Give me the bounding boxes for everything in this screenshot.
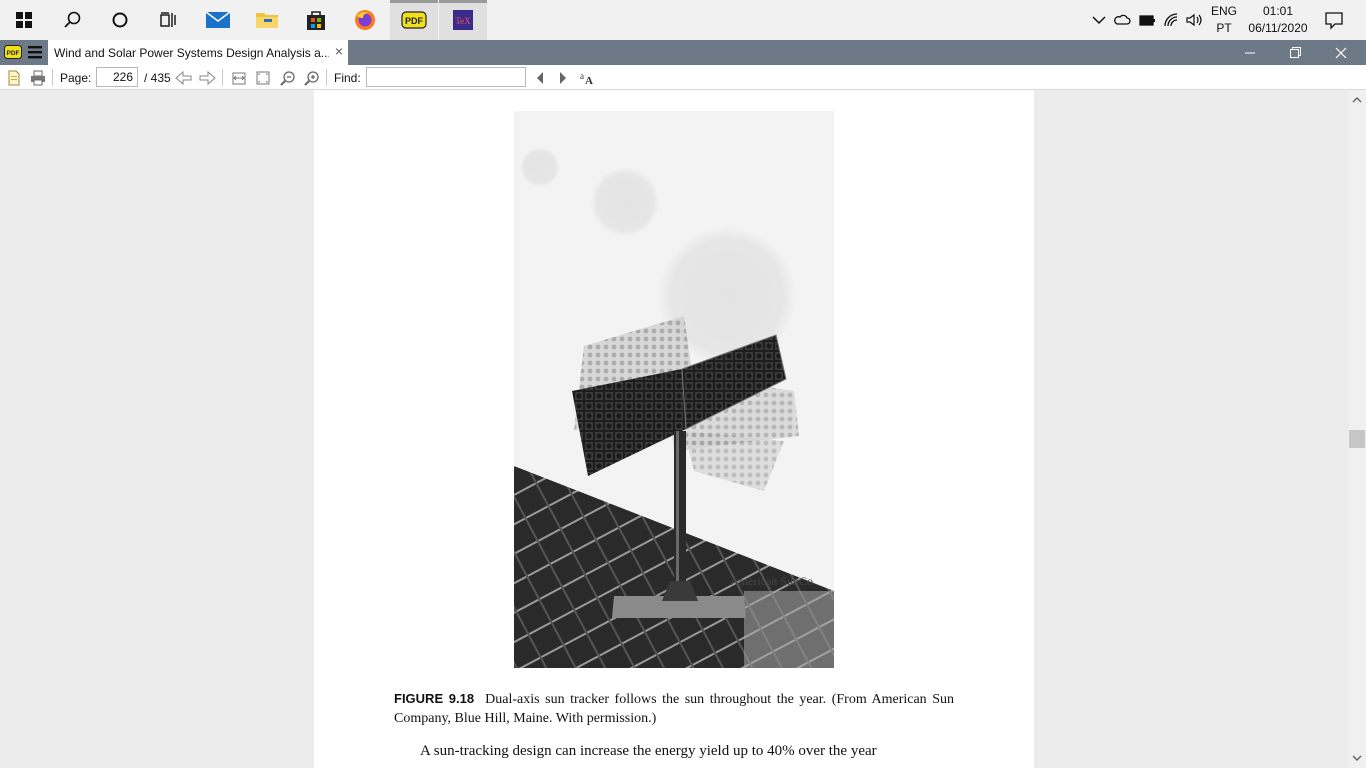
windows-start-icon[interactable] <box>0 0 48 40</box>
scroll-up-icon[interactable] <box>1348 92 1366 108</box>
tex-editor-icon[interactable]: TeX <box>439 0 487 40</box>
tab-close-icon[interactable]: × <box>335 43 343 59</box>
store-icon[interactable] <box>292 0 340 40</box>
volume-icon[interactable] <box>1185 11 1203 29</box>
firefox-icon[interactable] <box>341 0 389 40</box>
fit-width-icon[interactable] <box>231 69 247 86</box>
find-label: Find: <box>334 70 361 85</box>
chevron-up-icon[interactable] <box>1090 11 1108 29</box>
document-viewport[interactable]: American SunCo FIGURE 9.18 Dual-axis sun… <box>0 90 1348 768</box>
battery-icon[interactable] <box>1138 11 1156 29</box>
scroll-down-icon[interactable] <box>1348 750 1366 766</box>
caption-label: FIGURE 9.18 <box>394 691 475 706</box>
clock[interactable]: 01:01 06/11/2020 <box>1246 3 1310 37</box>
tab-title: Wind and Solar Power Systems Design Anal… <box>54 45 329 60</box>
onedrive-cloud-icon[interactable] <box>1113 11 1131 29</box>
body-paragraph: A sun-tracking design can increase the e… <box>420 743 877 759</box>
find-next-icon[interactable] <box>557 69 569 86</box>
caption-text: Dual-axis sun tracker follows the sun th… <box>394 692 955 726</box>
clock-date: 06/11/2020 <box>1248 21 1308 35</box>
mail-icon[interactable] <box>194 0 242 40</box>
figure-caption: FIGURE 9.18 Dual-axis sun tracker follow… <box>394 689 954 728</box>
app-logo-icon: PDF <box>4 45 22 64</box>
toolbar-separator <box>326 69 327 86</box>
toolbar-separator <box>222 69 223 86</box>
svg-text:A: A <box>585 75 593 86</box>
document-tab[interactable]: Wind and Solar Power Systems Design Anal… <box>48 40 348 65</box>
language-code: ENG <box>1210 4 1237 18</box>
search-icon[interactable] <box>48 0 96 40</box>
pdf-reader-icon[interactable]: PDF <box>390 0 438 40</box>
find-input[interactable] <box>366 67 526 87</box>
toolbar-separator <box>52 69 53 86</box>
page-label: Page: <box>60 70 92 85</box>
fit-page-icon[interactable] <box>255 69 271 86</box>
print-icon[interactable] <box>30 69 46 86</box>
figure-watermark: American SunCo <box>730 574 813 588</box>
scroll-thumb[interactable] <box>1349 430 1365 448</box>
close-window-button[interactable] <box>1318 40 1364 65</box>
find-previous-icon[interactable] <box>534 69 546 86</box>
svg-text:PDF: PDF <box>7 50 20 57</box>
pdf-page: American SunCo FIGURE 9.18 Dual-axis sun… <box>314 90 1034 768</box>
page-number-input[interactable] <box>96 67 138 87</box>
previous-page-icon[interactable] <box>175 69 193 86</box>
page-total: / 435 <box>144 70 171 85</box>
svg-text:PDF: PDF <box>405 16 424 26</box>
next-page-icon[interactable] <box>198 69 216 86</box>
minimize-button[interactable] <box>1227 40 1273 65</box>
taskbar: PDF TeX ENG PT 01:01 06/11/2020 <box>0 0 1366 40</box>
restore-button[interactable] <box>1272 40 1318 65</box>
cortana-icon[interactable] <box>96 0 144 40</box>
file-explorer-icon[interactable] <box>243 0 291 40</box>
task-view-icon[interactable] <box>144 0 192 40</box>
keyboard-layout: PT <box>1216 21 1232 35</box>
hamburger-menu-icon[interactable] <box>28 46 42 64</box>
wifi-icon[interactable] <box>1162 11 1180 29</box>
zoom-in-icon[interactable] <box>304 69 320 86</box>
vertical-scrollbar[interactable] <box>1348 90 1366 768</box>
notifications-icon[interactable] <box>1324 10 1344 30</box>
open-file-icon[interactable] <box>6 69 22 86</box>
input-language[interactable]: ENG PT <box>1208 3 1240 37</box>
toolbar: Page: / 435 Find: aA <box>0 65 1366 90</box>
svg-text:a: a <box>580 71 584 81</box>
match-case-icon[interactable]: aA <box>579 69 595 86</box>
zoom-out-icon[interactable] <box>280 69 296 86</box>
solar-tracker-photo: American SunCo <box>514 111 834 668</box>
svg-text:TeX: TeX <box>455 16 471 26</box>
clock-time: 01:01 <box>1262 4 1294 18</box>
window-title-bar: PDF Wind and Solar Power Systems Design … <box>0 40 1366 65</box>
